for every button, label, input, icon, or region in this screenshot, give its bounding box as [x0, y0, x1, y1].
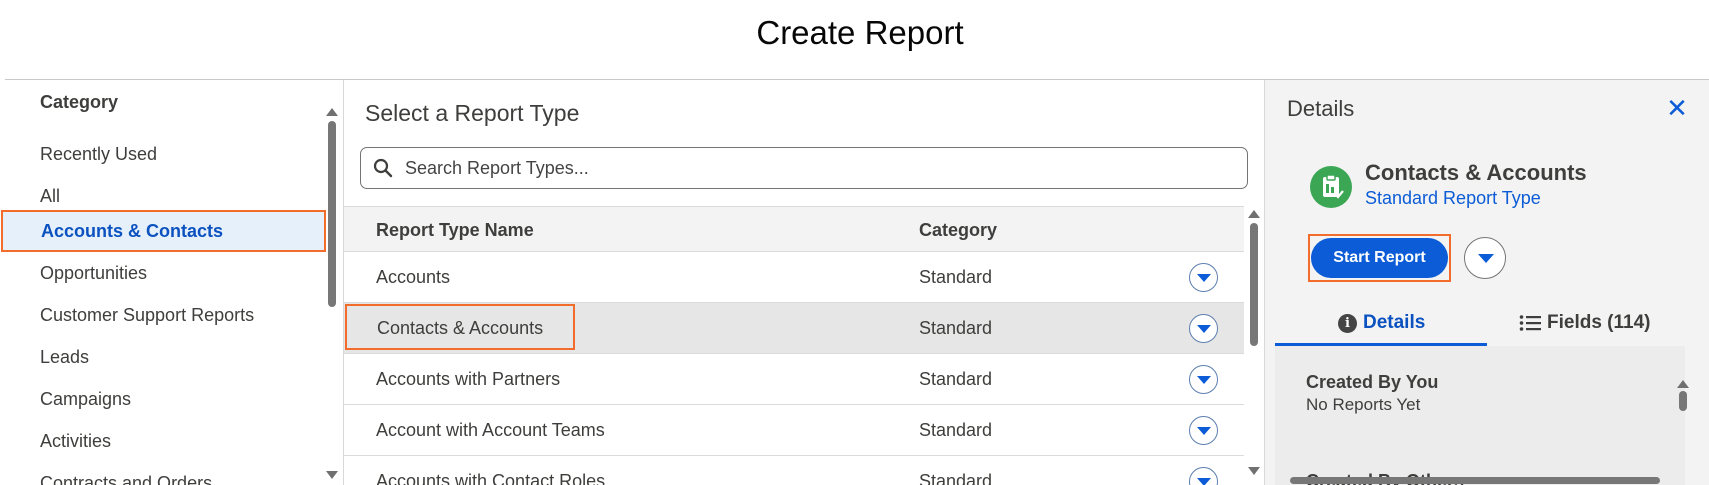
category-item-accounts-contacts[interactable]: Accounts & Contacts: [1, 210, 326, 252]
table-row[interactable]: Account with Account Teams Standard: [344, 405, 1244, 456]
scroll-up-arrow-icon[interactable]: [326, 108, 338, 116]
category-item-label: Accounts & Contacts: [41, 221, 224, 241]
category-heading: Category: [40, 92, 119, 112]
category-item-label: Contracts and Orders: [40, 473, 213, 485]
table-header: Report Type Name Category: [344, 206, 1244, 252]
search-icon: [373, 158, 393, 178]
category-item-contracts-and-orders[interactable]: Contracts and Orders: [0, 462, 325, 485]
category-item-customer-support-reports[interactable]: Customer Support Reports: [0, 294, 325, 336]
selected-report-type-title: Contacts & Accounts: [1365, 160, 1587, 185]
scrollbar-thumb[interactable]: [1250, 223, 1258, 346]
start-report-highlight: Start Report: [1308, 234, 1451, 282]
category-item-label: Leads: [40, 347, 90, 367]
category-item-label: Opportunities: [40, 263, 148, 283]
category-item-label: Campaigns: [40, 389, 132, 409]
report-type-table: Report Type Name Category Accounts Stand…: [344, 206, 1244, 485]
category-item-label: Recently Used: [40, 144, 158, 164]
category-item-leads[interactable]: Leads: [0, 336, 325, 378]
category-panel: Category Recently Used All Accounts & Co…: [0, 80, 343, 485]
scrollbar-thumb[interactable]: [328, 121, 336, 307]
scroll-down-arrow-icon[interactable]: [1248, 467, 1260, 475]
page-title: Create Report: [756, 14, 964, 51]
search-input[interactable]: [405, 148, 1235, 188]
report-type-category: Standard: [919, 471, 993, 485]
report-type-scrollbar[interactable]: [1248, 210, 1260, 485]
report-type-name[interactable]: Account with Account Teams: [376, 420, 605, 441]
table-row[interactable]: Contacts & Accounts Standard: [344, 303, 1244, 354]
report-type-name[interactable]: Accounts with Contact Roles: [376, 471, 605, 485]
category-item-campaigns[interactable]: Campaigns: [0, 378, 325, 420]
start-report-button[interactable]: Start Report: [1311, 238, 1448, 278]
category-item-label: Customer Support Reports: [40, 305, 255, 325]
report-usage-section: Created By You No Reports Yet Created By…: [1275, 346, 1685, 485]
category-item-recently-used[interactable]: Recently Used: [0, 133, 325, 175]
scrollbar-thumb[interactable]: [1290, 477, 1660, 484]
row-menu-chevron-icon[interactable]: [1189, 467, 1218, 485]
report-type-name[interactable]: Contacts & Accounts: [345, 304, 576, 350]
report-type-category: Standard: [919, 318, 993, 338]
column-header-name[interactable]: Report Type Name: [376, 220, 534, 241]
table-row[interactable]: Accounts with Partners Standard: [344, 354, 1244, 405]
report-type-kind-link[interactable]: Standard Report Type: [1365, 188, 1541, 209]
details-panel: Details ✕ Contacts & Accounts Standard R…: [1264, 80, 1709, 485]
details-scrollbar[interactable]: [1677, 378, 1689, 485]
tab-details[interactable]: i Details: [1275, 302, 1487, 346]
report-type-heading: Select a Report Type: [365, 100, 580, 126]
close-icon[interactable]: ✕: [1664, 95, 1690, 121]
row-menu-chevron-icon[interactable]: [1189, 314, 1218, 343]
category-item-activities[interactable]: Activities: [0, 420, 325, 462]
search-box[interactable]: [360, 147, 1248, 189]
category-scrollbar[interactable]: [326, 108, 338, 485]
created-by-you-label: Created By You: [1306, 372, 1439, 392]
category-item-opportunities[interactable]: Opportunities: [0, 252, 325, 294]
report-type-category: Standard: [919, 267, 993, 287]
scroll-up-arrow-icon[interactable]: [1248, 210, 1260, 218]
more-actions-chevron-icon[interactable]: [1464, 237, 1506, 279]
category-item-label: All: [40, 186, 61, 206]
scrollbar-thumb[interactable]: [1679, 391, 1687, 411]
info-icon: i: [1338, 313, 1357, 333]
report-clipboard-icon: [1310, 166, 1352, 208]
row-menu-chevron-icon[interactable]: [1189, 365, 1218, 394]
scroll-up-arrow-icon[interactable]: [1677, 380, 1689, 388]
tab-details-label: Details: [1363, 312, 1426, 333]
scroll-down-arrow-icon[interactable]: [326, 471, 338, 479]
report-type-panel: Select a Report Type Report Type Name Ca…: [343, 80, 1264, 485]
details-horizontal-scrollbar[interactable]: [1267, 476, 1707, 485]
tab-fields[interactable]: Fields (114): [1487, 302, 1697, 346]
category-item-label: Activities: [40, 431, 112, 451]
row-menu-chevron-icon[interactable]: [1189, 416, 1218, 445]
created-by-you-value: No Reports Yet: [1306, 395, 1421, 414]
column-header-category[interactable]: Category: [919, 220, 997, 241]
report-type-name[interactable]: Accounts with Partners: [376, 369, 560, 390]
tab-fields-label: Fields (114): [1547, 312, 1651, 333]
report-type-category: Standard: [919, 420, 993, 440]
report-type-category: Standard: [919, 369, 993, 389]
table-row[interactable]: Accounts Standard: [344, 252, 1244, 303]
row-menu-chevron-icon[interactable]: [1189, 263, 1218, 292]
report-type-name[interactable]: Accounts: [376, 267, 450, 288]
list-icon: [1519, 315, 1541, 331]
details-heading: Details: [1287, 96, 1355, 121]
table-row[interactable]: Accounts with Contact Roles Standard: [344, 456, 1244, 485]
